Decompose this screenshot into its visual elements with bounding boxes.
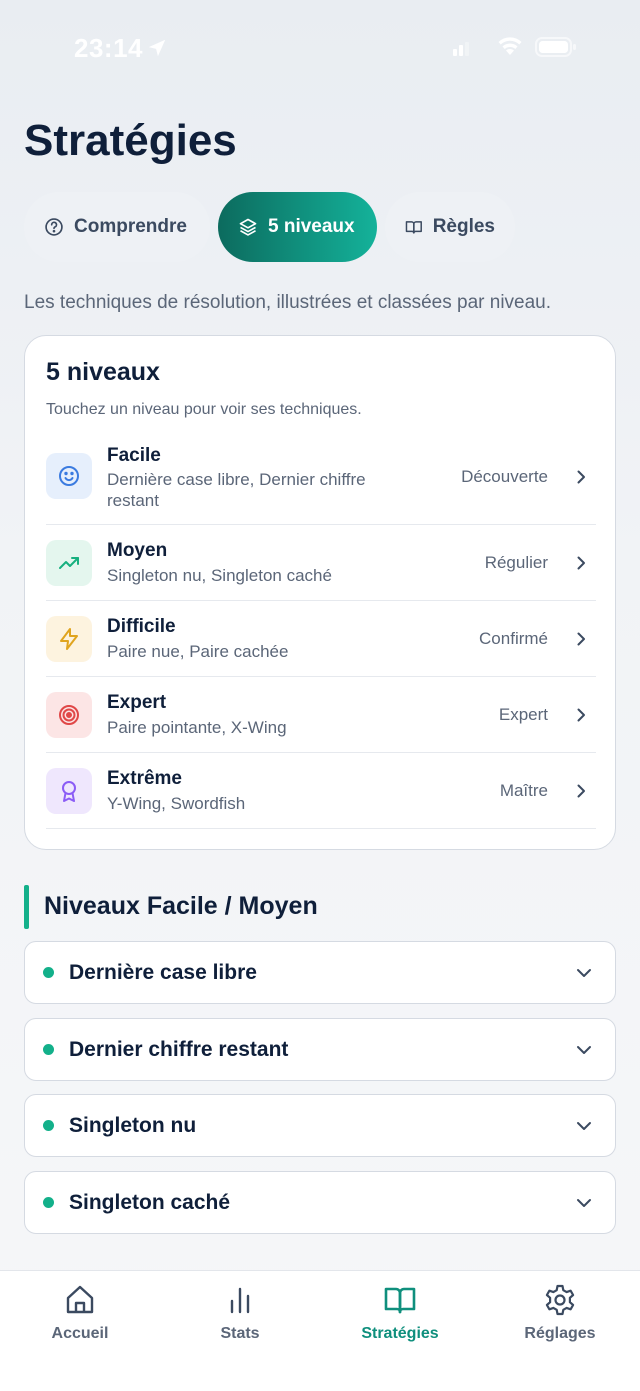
tab-5-niveaux-label: 5 niveaux [268, 216, 355, 237]
target-icon [59, 705, 79, 725]
status-bar: 23:14 [0, 0, 640, 95]
level-name: Difficile [107, 616, 176, 637]
nav-reglages-label: Réglages [524, 1325, 596, 1342]
chevron-right-icon [577, 708, 585, 722]
battery-icon [535, 37, 576, 57]
wifi-icon [498, 37, 522, 55]
tab-regles[interactable]: Règles [385, 192, 515, 262]
level-icon-moyen [46, 540, 92, 586]
status-dot [43, 1197, 54, 1208]
tab-comprendre[interactable]: Comprendre [24, 192, 210, 262]
layers-icon [239, 218, 257, 236]
chevron-down-icon [577, 1046, 591, 1054]
level-row-difficile[interactable]: Difficile Paire nue, Paire cachée Confir… [46, 601, 596, 677]
level-name: Moyen [107, 540, 168, 561]
nav-accueil[interactable]: Accueil [20, 1283, 140, 1343]
level-icon-difficile [46, 616, 92, 662]
levels-card-hint: Touchez un niveau pour voir ses techniqu… [46, 401, 362, 418]
page-subtitle: Les techniques de résolution, illustrées… [24, 292, 552, 313]
chevron-right-icon [577, 784, 585, 798]
section-title: Niveaux Facile / Moyen [44, 892, 318, 920]
trending-up-icon [59, 557, 79, 569]
book-open-icon [405, 221, 422, 234]
level-techniques: Singleton nu, Singleton caché [107, 566, 332, 585]
gear-icon [545, 1284, 575, 1316]
technique-accordion-item[interactable]: Dernier chiffre restant [24, 1018, 616, 1081]
section-accent-bar [24, 885, 29, 929]
technique-label: Dernier chiffre restant [69, 1038, 289, 1061]
levels-card: 5 niveaux Touchez un niveau pour voir se… [24, 335, 616, 850]
chevron-down-icon [577, 1199, 591, 1207]
level-row-expert[interactable]: Expert Paire pointante, X-Wing Expert [46, 677, 596, 753]
status-dot [43, 1120, 54, 1131]
chevron-down-icon [577, 1122, 591, 1130]
nav-accueil-label: Accueil [51, 1325, 109, 1342]
status-dot [43, 967, 54, 978]
technique-label: Singleton nu [69, 1114, 197, 1137]
signal-icon [453, 42, 469, 56]
technique-accordion-item[interactable]: Singleton caché [24, 1171, 616, 1234]
level-name: Expert [107, 692, 167, 713]
level-tag: Confirmé [479, 629, 548, 648]
level-tag: Découverte [461, 467, 548, 486]
level-techniques: Paire nue, Paire cachée [107, 642, 289, 661]
level-row-extreme[interactable]: Extrême Y-Wing, Swordfish Maître [46, 753, 596, 829]
smile-icon [59, 466, 79, 486]
level-name: Extrême [107, 768, 182, 789]
level-techniques: Paire pointante, X-Wing [107, 718, 287, 737]
level-tag: Expert [498, 705, 548, 724]
nav-stats-label: Stats [220, 1325, 260, 1342]
nav-reglages[interactable]: Réglages [500, 1283, 620, 1343]
level-row-moyen[interactable]: Moyen Singleton nu, Singleton caché Régu… [46, 525, 596, 601]
lightning-icon [60, 628, 78, 650]
nav-stats[interactable]: Stats [180, 1283, 300, 1343]
tab-5-niveaux[interactable]: 5 niveaux [218, 192, 377, 262]
level-techniques: Y-Wing, Swordfish [107, 794, 246, 813]
level-icon-facile [46, 453, 92, 499]
nav-strategies[interactable]: Stratégies [340, 1283, 460, 1343]
bar-chart-icon [230, 1287, 250, 1314]
technique-label: Dernière case libre [69, 961, 257, 984]
help-circle-icon [45, 218, 63, 236]
levels-card-title: 5 niveaux [46, 358, 160, 386]
technique-accordion-item[interactable]: Dernière case libre [24, 941, 616, 1004]
level-tag: Régulier [484, 553, 548, 572]
chevron-right-icon [577, 556, 585, 570]
nav-strategies-label: Stratégies [361, 1325, 439, 1342]
level-row-facile[interactable]: Facile Dernière case libre, Dernier chif… [46, 438, 596, 525]
bottom-navigation: Accueil Stats Stratégies Réglages [0, 1270, 640, 1391]
home-icon [66, 1285, 94, 1314]
page-title: Stratégies [24, 116, 237, 165]
level-icon-expert [46, 692, 92, 738]
technique-accordion-item[interactable]: Singleton nu [24, 1094, 616, 1157]
status-dot [43, 1044, 54, 1055]
segmented-tabs: Comprendre 5 niveaux Règles [24, 192, 515, 262]
award-icon [62, 781, 76, 802]
level-tag: Maître [499, 781, 548, 800]
level-icon-extreme [46, 768, 92, 814]
technique-label: Singleton caché [69, 1191, 231, 1214]
chevron-down-icon [577, 969, 591, 977]
level-techniques: Dernière case libre, Dernier chiffre res… [107, 470, 366, 510]
tab-regles-label: Règles [432, 216, 495, 237]
tab-comprendre-label: Comprendre [74, 216, 187, 237]
status-time: 23:14 [74, 33, 143, 63]
book-open-icon [384, 1287, 416, 1314]
location-arrow-icon [148, 39, 166, 57]
level-name: Facile [107, 445, 161, 466]
chevron-right-icon [577, 470, 585, 484]
chevron-right-icon [577, 632, 585, 646]
